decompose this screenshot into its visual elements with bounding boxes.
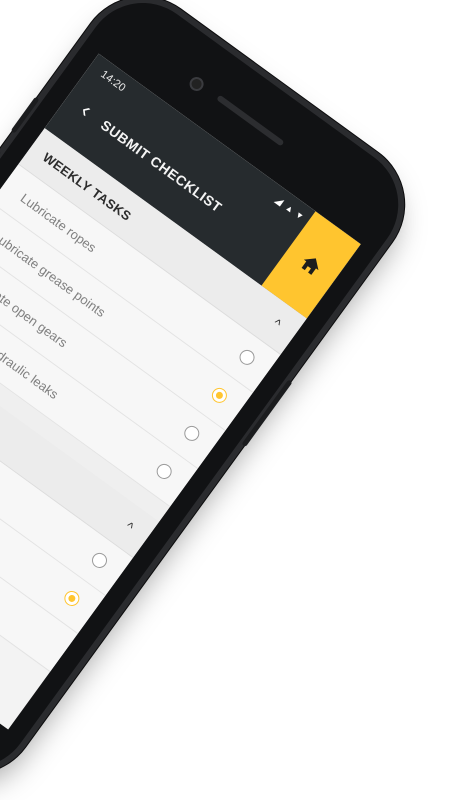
status-time: 14:20: [98, 68, 128, 95]
phone-screen: 14:20 ◢ ▴ ▾ ‹ SUBMIT CHECKLIST WEEKLY TA…: [0, 53, 361, 730]
home-icon: [301, 258, 319, 275]
task-radio[interactable]: [181, 422, 203, 444]
chevron-up-icon[interactable]: ^: [123, 519, 137, 535]
chevron-up-icon[interactable]: ^: [270, 316, 284, 332]
back-button[interactable]: ‹: [68, 92, 104, 128]
chevron-left-icon: ‹: [76, 97, 97, 122]
task-radio[interactable]: [89, 549, 110, 571]
front-camera: [186, 74, 207, 94]
earpiece-speaker: [216, 94, 285, 147]
task-radio-checked[interactable]: [208, 384, 230, 406]
task-radio[interactable]: [236, 346, 258, 368]
task-radio[interactable]: [153, 460, 175, 482]
status-icons: ◢ ▴ ▾: [272, 194, 306, 224]
side-button: [10, 96, 40, 134]
phone-frame: 14:20 ◢ ▴ ▾ ‹ SUBMIT CHECKLIST WEEKLY TA…: [0, 0, 422, 791]
radio-dot: [66, 593, 77, 604]
radio-dot: [214, 390, 225, 401]
task-radio-checked[interactable]: [61, 587, 83, 609]
